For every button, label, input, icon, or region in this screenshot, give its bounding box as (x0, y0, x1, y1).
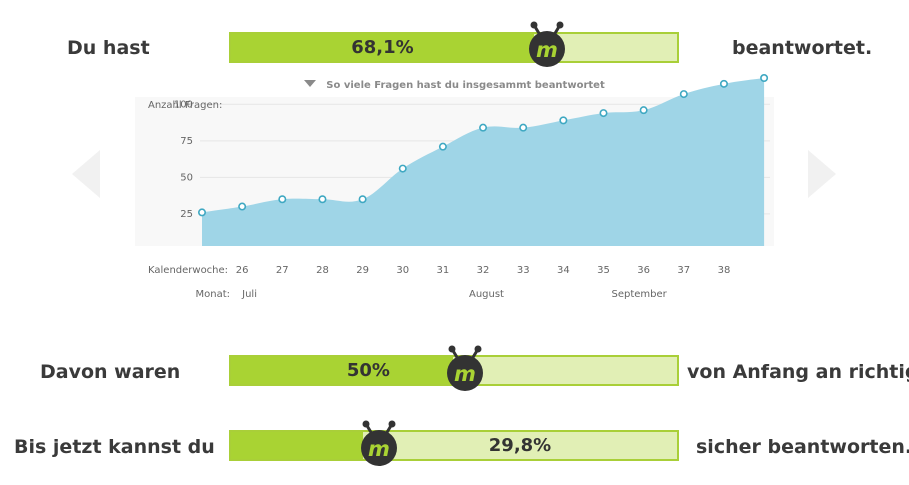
row2-left-text: Davon waren (40, 361, 181, 383)
data-point (278, 195, 287, 204)
m-robot-mascot-icon: m (361, 420, 397, 466)
svg-text:m: m (368, 437, 390, 461)
x-tick-label: 35 (597, 265, 610, 276)
answered-questions-chart: Anzahl Fragen: 255075100 Kalenderwoche: … (135, 74, 774, 300)
data-point (719, 79, 728, 88)
y-tick-label: 25 (180, 209, 193, 220)
data-point (479, 123, 488, 132)
row2-right-text: von Anfang an richtig. (687, 361, 909, 383)
x-tick-label: 30 (396, 265, 409, 276)
data-point (559, 116, 568, 125)
data-point (679, 90, 688, 99)
data-point (639, 106, 648, 115)
x-tick-label: 31 (437, 265, 450, 276)
svg-text:m: m (454, 362, 476, 386)
data-point (519, 123, 528, 132)
data-point (398, 164, 407, 173)
data-point (599, 109, 608, 118)
x-tick-label: 26 (236, 265, 249, 276)
x-tick-label: 33 (517, 265, 530, 276)
secure-percent: 29,8% (488, 435, 552, 456)
y-tick-label: 50 (180, 172, 193, 183)
x-tick-label: 28 (316, 265, 329, 276)
month-axis-label: Monat: (195, 289, 230, 300)
x-tick-label: 34 (557, 265, 570, 276)
data-point (760, 74, 769, 83)
data-point (198, 208, 207, 217)
x-axis-label: Kalenderwoche: (148, 265, 228, 276)
x-tick-label: 32 (477, 265, 490, 276)
month-label: August (469, 289, 504, 300)
x-tick-label: 27 (276, 265, 289, 276)
row3-left-text: Bis jetzt kannst du (14, 436, 215, 458)
secure-progress-fill (231, 432, 364, 459)
row3-right-text: sicher beantworten. (696, 436, 909, 458)
data-point (238, 202, 247, 211)
secure-progress-bar: 29,8% (229, 430, 679, 461)
month-label: September (612, 289, 668, 300)
data-point (438, 142, 447, 151)
y-tick-label: 100 (174, 99, 193, 110)
data-point (358, 195, 367, 204)
x-tick-label: 29 (356, 265, 369, 276)
x-tick-label: 37 (677, 265, 690, 276)
data-point (318, 195, 327, 204)
x-tick-label: 36 (637, 265, 650, 276)
month-label: Juli (241, 289, 257, 300)
x-tick-label: 38 (718, 265, 731, 276)
m-robot-mascot-icon: m (447, 345, 483, 391)
y-tick-label: 75 (180, 136, 193, 147)
